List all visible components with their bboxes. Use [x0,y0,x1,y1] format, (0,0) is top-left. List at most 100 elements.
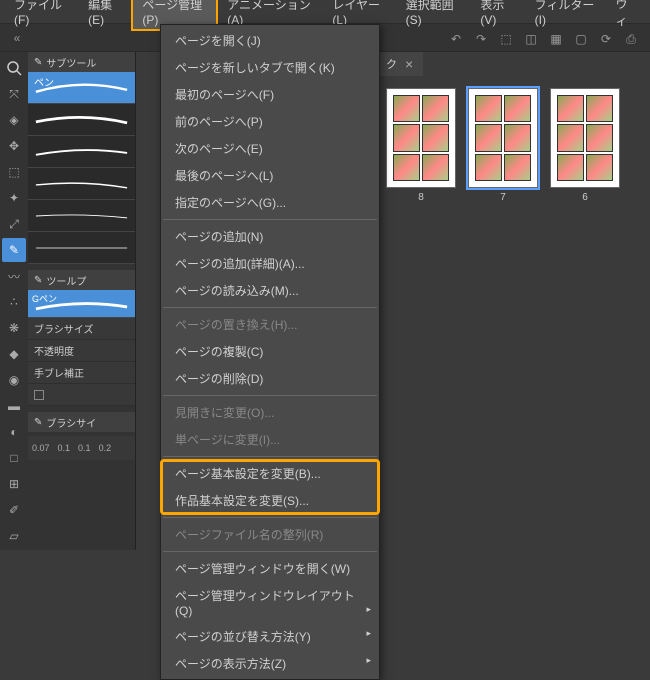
menu-edit[interactable]: 編集(E) [78,0,132,30]
subtool-title: サブツール [46,55,96,70]
operation-tool-icon[interactable]: ◈ [2,108,26,132]
magnify-tool-icon[interactable] [2,56,26,80]
prop-opacity[interactable]: 不透明度 [28,340,135,362]
menu-window[interactable]: ウィ [605,0,646,32]
tab-label: ク [386,56,397,72]
chevron-left-icon[interactable]: « [6,27,28,49]
eraser-tool-icon[interactable]: ◆ [2,342,26,366]
menu-selection[interactable]: 選択範囲(S) [396,0,471,30]
menu-view[interactable]: 表示(V) [470,0,524,30]
toolprops-title: ツールプ [46,273,86,288]
brush-tool-icon[interactable]: 〰 [2,264,26,288]
brush-preview: Gペン [28,290,135,318]
menu-delete-page[interactable]: ページの削除(D) [161,365,379,392]
pen-icon: ✎ [34,417,42,428]
menu-page-sort[interactable]: ページの並び替え方法(Y) [161,623,379,650]
ruler-tool-icon[interactable]: ▱ [2,524,26,548]
eyedropper-tool-icon[interactable]: ⤢ [2,212,26,236]
fill-tool-icon[interactable]: ▬ [2,394,26,418]
print-icon[interactable]: ⎙ [620,28,642,50]
checkbox-icon[interactable] [34,390,44,400]
ruler-tick: 0.07 [32,443,50,453]
highlight-box: ページ基本設定を変更(B)... 作品基本設定を変更(S)... [161,460,379,514]
menu-to-spread: 見開きに変更(O)... [161,399,379,426]
canvas-icon[interactable]: ▢ [570,28,592,50]
menu-replace-page: ページの置き換え(H)... [161,311,379,338]
balloon-tool-icon[interactable]: ✐ [2,498,26,522]
menu-pm-layout[interactable]: ページ管理ウィンドウレイアウト(Q) [161,582,379,623]
menu-open-new-tab[interactable]: ページを新しいタブで開く(K) [161,54,379,81]
move-tool-icon[interactable]: ⤧ [2,82,26,106]
brushsize-header: ✎ ブラシサイ [28,412,135,432]
prop-extra[interactable] [28,384,135,406]
toolbar-right: ↶ ↷ ⬚ ◫ ▦ ▢ ⟳ ⎙ [445,28,642,50]
brushsize-ruler[interactable]: 0.07 0.1 0.1 0.2 [28,436,135,460]
menu-last-page[interactable]: 最後のページへ(L) [161,162,379,189]
pen-icon: ✎ [34,57,42,68]
wand-tool-icon[interactable]: ✦ [2,186,26,210]
page-manage-dropdown: ページを開く(J) ページを新しいタブで開く(K) 最初のページへ(F) 前のペ… [160,24,380,680]
marquee-icon[interactable]: ⬚ [495,28,517,50]
pen-tool-icon[interactable]: ✎ [2,238,26,262]
separator [163,219,377,220]
menu-prev-page[interactable]: 前のページへ(P) [161,108,379,135]
menu-next-page[interactable]: 次のページへ(E) [161,135,379,162]
frame-tool-icon[interactable]: ⊞ [2,472,26,496]
thumb-num: 6 [582,192,588,203]
menu-add-page-detail[interactable]: ページの追加(詳細)(A)... [161,250,379,277]
ruler-tick: 0.1 [58,443,71,453]
subtool-brush-5[interactable] [28,200,135,232]
subtool-brush-3[interactable] [28,136,135,168]
undo-icon[interactable]: ↶ [445,28,467,50]
close-icon[interactable]: × [405,56,413,72]
redo-icon[interactable]: ↷ [470,28,492,50]
subtool-pen[interactable]: ペン [28,72,135,104]
prop-stabilize[interactable]: 手ブレ補正 [28,362,135,384]
menu-goto-page[interactable]: 指定のページへ(G)... [161,189,379,216]
subtool-brush-2[interactable] [28,104,135,136]
menu-add-page[interactable]: ページの追加(N) [161,223,379,250]
deselect-icon[interactable]: ◫ [520,28,542,50]
rotate-icon[interactable]: ⟳ [595,28,617,50]
tab-doc[interactable]: ク × [376,52,423,76]
thumb-num: 7 [500,192,506,203]
menu-first-page[interactable]: 最初のページへ(F) [161,81,379,108]
menu-open-pm-window[interactable]: ページ管理ウィンドウを開く(W) [161,555,379,582]
menu-page-display[interactable]: ページの表示方法(Z) [161,650,379,677]
tool-strip: ⤧ ◈ ✥ ⬚ ✦ ⤢ ✎ 〰 ∴ ❋ ◆ ◉ ▬ ◐ □ ⊞ ✐ ▱ [0,52,28,550]
decoration-tool-icon[interactable]: ❋ [2,316,26,340]
separator [163,551,377,552]
subtool-brush-4[interactable] [28,168,135,200]
menu-import-page[interactable]: ページの読み込み(M)... [161,277,379,304]
ruler-tick: 0.1 [78,443,91,453]
menu-open-page[interactable]: ページを開く(J) [161,27,379,54]
menu-duplicate-page[interactable]: ページの複製(C) [161,338,379,365]
airbrush-tool-icon[interactable]: ∴ [2,290,26,314]
menu-file[interactable]: ファイル(F) [4,0,78,30]
separator [163,456,377,457]
gradient-tool-icon[interactable]: ◐ [2,420,26,444]
prop-brushsize[interactable]: ブラシサイズ [28,318,135,340]
figure-tool-icon[interactable]: □ [2,446,26,470]
subtool-panel: ✎ サブツール ペン ✎ ツールプ Gペン ブラシサイズ 不透明度 手ブレ補正 [28,52,136,550]
toolprops-header: ✎ ツールプ [28,270,135,290]
page-tabs: ク × [376,52,423,76]
save-icon[interactable]: ▦ [545,28,567,50]
thumb-page-7[interactable]: 7 [468,88,538,203]
thumb-page-8[interactable]: 8 [386,88,456,203]
subtool-brush-6[interactable] [28,232,135,264]
menu-to-single: 単ページに変更(I)... [161,426,379,453]
thumb-page-6[interactable]: 6 [550,88,620,203]
separator [163,517,377,518]
menu-filter[interactable]: フィルター(I) [525,0,606,30]
move-layer-tool-icon[interactable]: ✥ [2,134,26,158]
blend-tool-icon[interactable]: ◉ [2,368,26,392]
marquee-tool-icon[interactable]: ⬚ [2,160,26,184]
separator [163,395,377,396]
menu-change-page-settings[interactable]: ページ基本設定を変更(B)... [161,460,379,487]
thumb-num: 8 [418,192,424,203]
page-thumbnails: 8 7 6 [386,88,620,203]
menu-change-work-settings[interactable]: 作品基本設定を変更(S)... [161,487,379,514]
menubar: ファイル(F) 編集(E) ページ管理(P) アニメーション(A) レイヤー(L… [0,0,650,24]
brushsize-title: ブラシサイ [46,415,96,430]
